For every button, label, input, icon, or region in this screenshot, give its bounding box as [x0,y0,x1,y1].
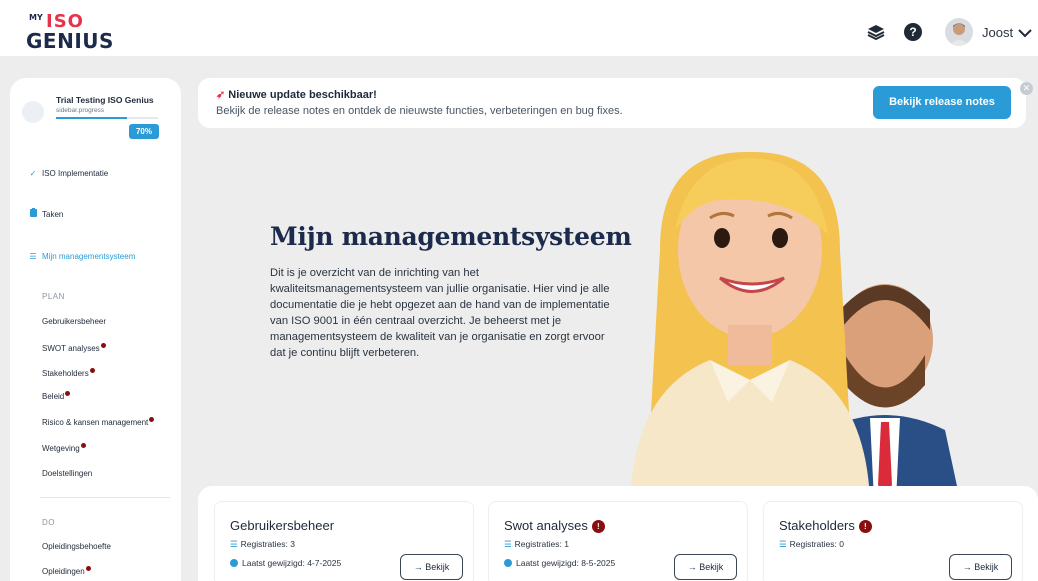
group-label-do: DO [42,518,55,527]
sidebar-item-opleidingen[interactable]: Opleidingen [42,565,91,579]
page-intro: Dit is je overzicht van de inrichting va… [270,267,610,359]
card-stakeholders: Stakeholders! ☰ Registraties: 0 → Bekijk [763,501,1023,581]
card-registrations-text: Registraties: 3 [240,539,295,549]
sidebar-item-beleid[interactable]: Beleid [42,390,71,404]
card-registrations: ☰ Registraties: 0 [779,539,844,550]
nav-mijn-managementsysteem[interactable]: ☰ Mijn managementsysteem [28,250,135,264]
alert-badge: ! [591,520,605,533]
rocket-icon: ➶ [216,89,226,101]
user-name[interactable]: Joost [982,25,1013,40]
view-button[interactable]: → Bekijk [674,554,737,580]
list-icon: ☰ [230,539,238,549]
card-registrations: ☰ Registraties: 3 [230,539,295,550]
card-modified-text: Laatst gewijzigd: 8-5-2025 [516,558,616,568]
card-gebruikersbeheer: Gebruikersbeheer ☰ Registraties: 3 Laatst… [214,501,474,581]
sidebar-item-doelstellingen[interactable]: Doelstellingen [42,467,92,481]
sidebar-item-opleidingsbehoefte[interactable]: Opleidingsbehoefte [42,540,111,554]
sidebar-item-gebruikersbeheer[interactable]: Gebruikersbeheer [42,315,106,329]
nav-label: Taken [42,210,64,219]
card-modified: Laatst gewijzigd: 8-5-2025 [504,558,615,568]
avatar[interactable] [945,18,973,46]
help-icon[interactable]: ? [904,23,922,41]
check-icon: ✓ [29,169,37,178]
list-icon: ☰ [504,539,512,549]
card-modified-text: Laatst gewijzigd: 4-7-2025 [242,558,342,568]
sidebar-item-label: Opleidingen [42,567,85,576]
notification-dot [65,391,71,396]
card-swot-analyses: Swot analyses! ☰ Registraties: 1 Laatst g… [488,501,748,581]
logo[interactable]: MY ISO GENIUS [24,11,134,53]
clock-icon [504,559,512,567]
nav-label: ISO Implementatie [42,169,109,178]
card-title-text: Gebruikersbeheer [230,518,335,533]
card-title: Stakeholders! [779,518,872,533]
card-title: Swot analyses! [504,518,605,533]
org-name: Trial Testing ISO Genius [56,95,154,105]
banner-title-text: Nieuwe update beschikbaar! [228,89,377,101]
sidebar-item-label: Stakeholders [42,369,89,378]
notification-dot [80,443,86,448]
sidebar-item-label: Beleid [42,392,65,401]
nav-taken[interactable]: Taken [28,208,63,222]
sidebar-item-label: Wetgeving [42,444,80,453]
list-icon: ☰ [29,252,37,261]
banner-title: ➶ Nieuwe update beschikbaar! [216,88,377,101]
clock-icon [230,559,238,567]
update-banner: ➶ Nieuwe update beschikbaar! Bekijk de r… [198,78,1026,128]
view-button[interactable]: → Bekijk [400,554,463,580]
divider [40,497,170,498]
nav-iso-implementatie[interactable]: ✓ ISO Implementatie [28,167,109,181]
progress-bar [56,117,158,119]
nav-label: Mijn managementsysteem [42,252,136,261]
close-icon[interactable]: ✕ [1020,82,1033,95]
sidebar-item-swot[interactable]: SWOT analyses [42,342,106,356]
release-notes-button[interactable]: Bekijk release notes [873,86,1011,119]
card-registrations: ☰ Registraties: 1 [504,539,569,550]
card-title-text: Swot analyses [504,518,588,533]
notification-dot [85,566,91,571]
clipboard-icon [28,208,38,222]
progress-badge: 70% [129,124,159,139]
logo-genius: GENIUS [26,29,114,53]
sidebar-item-stakeholders[interactable]: Stakeholders [42,367,95,381]
card-registrations-text: Registraties: 0 [789,539,844,549]
list-icon: ☰ [779,539,787,549]
banner-text: Bekijk de release notes en ontdek de nie… [216,105,623,117]
card-title: Gebruikersbeheer [230,518,334,533]
progress-fill [56,117,128,119]
sidebar: Trial Testing ISO Genius sidebar.progres… [10,78,181,581]
page-title: Mijn managementsysteem [270,222,632,251]
card-title-text: Stakeholders [779,518,855,533]
sidebar-item-label: Risico & kansen management [42,418,149,427]
hero-illustration [630,151,960,500]
sidebar-item-label: SWOT analyses [42,344,100,353]
sidebar-item-label: Opleidingsbehoefte [42,542,111,551]
layers-icon[interactable] [866,22,886,42]
logo-my: MY [29,13,43,22]
sidebar-item-wetgeving[interactable]: Wetgeving [42,442,86,456]
org-icon [22,101,44,123]
chevron-down-icon[interactable] [1018,28,1032,38]
notification-dot [100,343,106,348]
sidebar-item-label: Gebruikersbeheer [42,317,107,326]
notification-dot [149,417,155,422]
sidebar-item-label: Doelstellingen [42,469,93,478]
card-registrations-text: Registraties: 1 [514,539,569,549]
notification-dot [89,368,95,373]
group-label-plan: PLAN [42,292,65,301]
card-modified: Laatst gewijzigd: 4-7-2025 [230,558,341,568]
alert-badge: ! [858,520,872,533]
org-header[interactable]: Trial Testing ISO Genius sidebar.progres… [22,95,172,149]
org-subtitle: sidebar.progress [56,107,105,114]
sidebar-item-risico[interactable]: Risico & kansen management [42,416,155,430]
view-button[interactable]: → Bekijk [949,554,1012,580]
